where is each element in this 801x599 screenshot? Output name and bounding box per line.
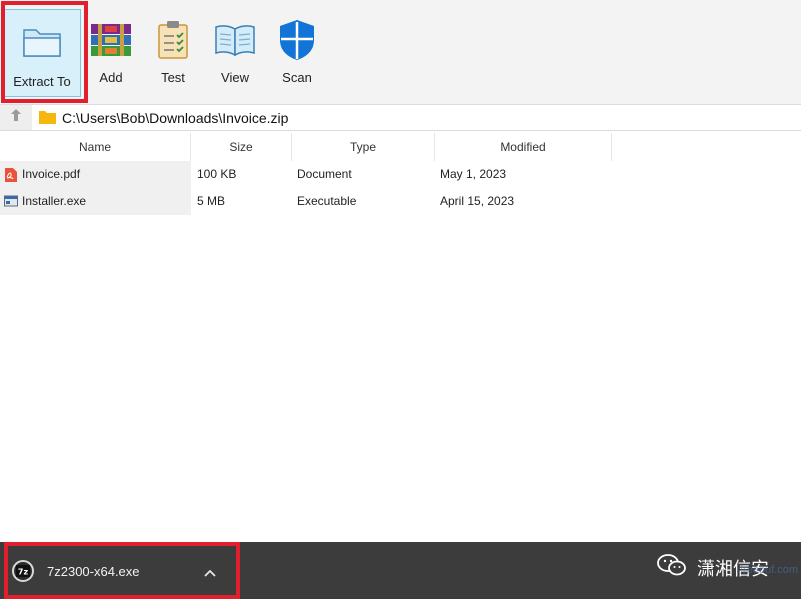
pdf-file-icon xyxy=(4,167,18,182)
download-item[interactable]: 7z 7z2300-x64.exe xyxy=(12,556,140,586)
folder-icon xyxy=(20,20,64,64)
shield-icon xyxy=(275,18,319,62)
folder-icon xyxy=(39,110,56,129)
file-name: Installer.exe xyxy=(22,194,87,208)
file-type: Executable xyxy=(297,194,357,208)
7zip-file-icon: 7z xyxy=(12,560,34,582)
file-modified: May 1, 2023 xyxy=(440,167,507,181)
archive-books-icon xyxy=(89,18,133,62)
icon-text: 7z xyxy=(18,568,29,577)
file-name-cell: Installer.exe xyxy=(0,188,191,215)
column-header-name[interactable]: Name xyxy=(0,133,191,161)
add-button[interactable]: Add xyxy=(86,0,136,104)
watermark-faint-text: freebuf.com xyxy=(740,564,799,576)
exe-file-icon xyxy=(4,195,18,209)
table-row[interactable]: Invoice.pdf 100 KB Document May 1, 2023 xyxy=(0,161,801,188)
view-label: View xyxy=(221,70,249,85)
test-label: Test xyxy=(161,70,185,85)
open-book-icon xyxy=(213,18,257,62)
download-file-name: 7z2300-x64.exe xyxy=(47,563,140,579)
arrow-up-icon xyxy=(10,108,22,127)
file-name-cell: Invoice.pdf xyxy=(0,161,191,188)
up-folder-button[interactable] xyxy=(0,105,32,130)
file-size: 100 KB xyxy=(197,167,237,181)
test-button[interactable]: Test xyxy=(148,0,198,104)
file-modified: April 15, 2023 xyxy=(440,194,515,208)
scan-button[interactable]: Scan xyxy=(272,0,322,104)
extract-to-label: Extract To xyxy=(13,74,71,89)
address-bar: C:\Users\Bob\Downloads\Invoice.zip xyxy=(0,104,801,131)
column-header-modified[interactable]: Modified xyxy=(435,133,612,161)
column-header-size[interactable]: Size xyxy=(191,133,292,161)
extract-to-button[interactable]: Extract To xyxy=(3,9,81,97)
view-button[interactable]: View xyxy=(210,0,260,104)
scan-label: Scan xyxy=(282,70,312,85)
file-name: Invoice.pdf xyxy=(22,167,81,181)
file-list-header: Name Size Type Modified xyxy=(0,133,801,161)
file-type: Document xyxy=(297,167,352,181)
toolbar: Extract To Add Test View Scan xyxy=(0,0,801,104)
clipboard-check-icon xyxy=(151,18,195,62)
add-label: Add xyxy=(99,70,123,85)
column-header-type[interactable]: Type xyxy=(292,133,435,161)
file-size: 5 MB xyxy=(197,194,226,208)
table-row[interactable]: Installer.exe 5 MB Executable April 15, … xyxy=(0,188,801,215)
chevron-up-icon[interactable] xyxy=(204,564,216,582)
wechat-icon xyxy=(657,553,687,582)
address-path[interactable]: C:\Users\Bob\Downloads\Invoice.zip xyxy=(62,110,288,126)
